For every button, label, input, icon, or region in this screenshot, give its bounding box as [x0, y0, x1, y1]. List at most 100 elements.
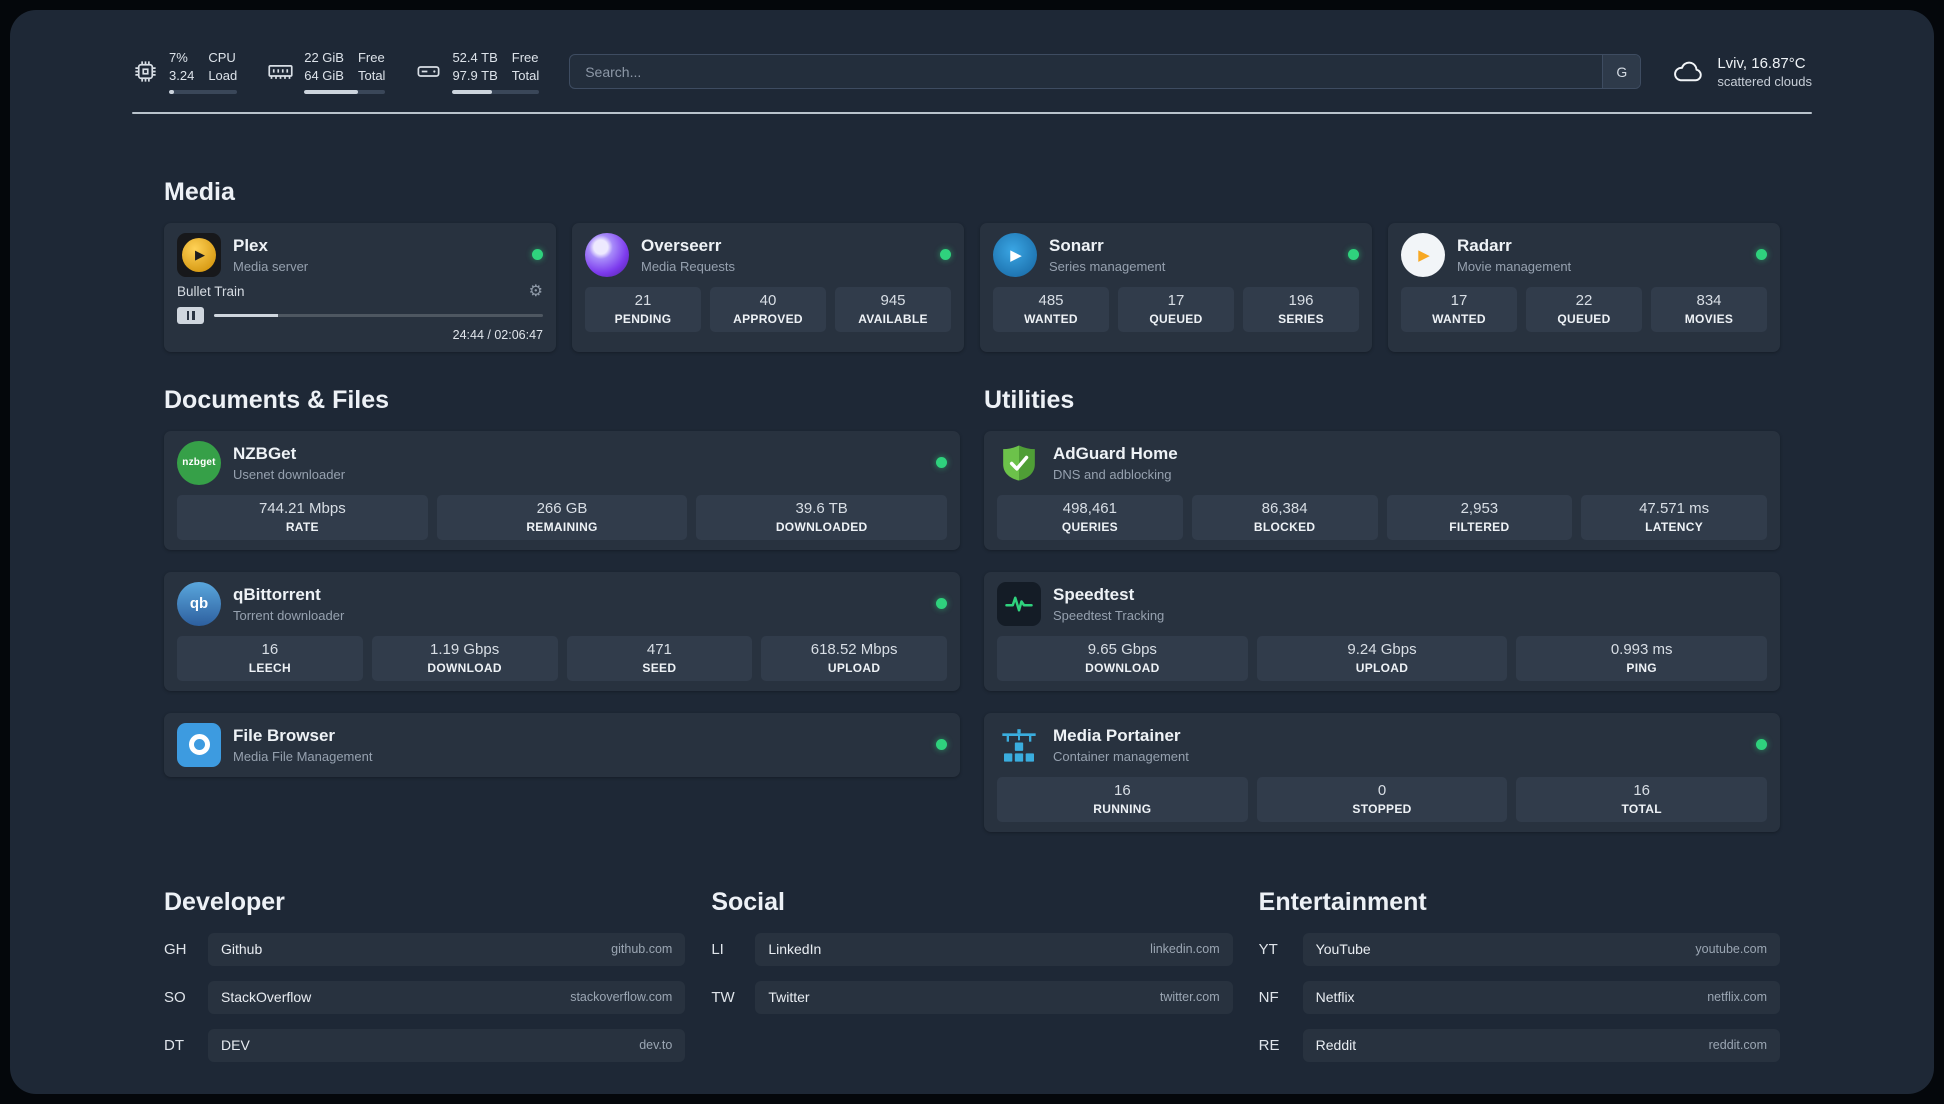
service-desc: Movie management	[1457, 258, 1572, 274]
service-card-adguard[interactable]: AdGuard Home DNS and adblocking 498,461 …	[984, 430, 1780, 550]
bookmark-github[interactable]: GH Github github.com	[164, 932, 686, 966]
bookmark-abbr: SO	[164, 988, 186, 1006]
search-bar: G	[569, 54, 1642, 90]
bookmark-linkedin[interactable]: LI LinkedIn linkedin.com	[711, 932, 1233, 966]
weather-widget: Lviv, 16.87°C scattered clouds	[1671, 55, 1812, 89]
service-name: Speedtest	[1053, 584, 1135, 604]
status-online-dot	[936, 598, 947, 610]
gear-icon[interactable]: ⚙	[529, 283, 543, 300]
stat-label: APPROVED	[733, 311, 803, 326]
service-name: NZBGet	[233, 443, 297, 463]
disk-usage-bar	[452, 89, 540, 94]
service-card-plex[interactable]: ▶ Plex Media server Bullet Train ⚙ 24:44…	[164, 222, 556, 352]
weather-location: Lviv, 16.87°C	[1717, 54, 1806, 72]
section-title-utilities: Utilities	[984, 385, 1075, 414]
section-entertainment: Entertainment YT YouTube youtube.com NF …	[1259, 888, 1780, 1062]
service-card-portainer[interactable]: Media Portainer Container management 16 …	[984, 712, 1780, 832]
bookmark-netflix[interactable]: NF Netflix netflix.com	[1258, 980, 1780, 1014]
bookmark-twitter[interactable]: TW Twitter twitter.com	[711, 980, 1233, 1014]
stat-value: 1.19 Gbps	[430, 640, 500, 658]
stat-label: QUEUED	[1149, 311, 1203, 326]
bookmark-name: Twitter	[768, 989, 810, 1006]
service-name: qBittorrent	[233, 584, 321, 604]
stat-stopped: 0 STOPPED	[1256, 776, 1508, 822]
section-media: Media ▶ Plex Media server Bullet Train ⚙…	[164, 178, 1780, 352]
speedtest-pulse-icon	[997, 581, 1041, 626]
stat-value: 485	[1038, 291, 1064, 309]
stat-movies: 834 MOVIES	[1651, 286, 1767, 332]
stat-remaining: 266 GB REMAINING	[436, 494, 688, 540]
cpu-load-label: Load	[208, 67, 238, 83]
topbar-divider	[132, 111, 1812, 114]
stat-value: 47.571 ms	[1639, 499, 1710, 517]
stat-wanted: 17 WANTED	[1401, 286, 1517, 332]
bookmark-abbr: NF	[1258, 988, 1279, 1006]
seek-bar[interactable]	[214, 313, 543, 317]
bookmark-name: Reddit	[1315, 1037, 1357, 1054]
qbittorrent-icon: qb	[177, 581, 221, 626]
status-online-dot	[936, 739, 947, 751]
stat-label: BLOCKED	[1253, 519, 1316, 534]
service-desc: Container management	[1053, 748, 1189, 764]
section-title-entertainment: Entertainment	[1258, 887, 1427, 916]
stat-value: 0.993 ms	[1610, 640, 1673, 658]
stat-value: 471	[646, 640, 672, 658]
stat-value: 17	[1450, 291, 1468, 309]
playback-time: 24:44 / 02:06:47	[452, 327, 543, 342]
cpu-load-value: 3.24	[169, 67, 195, 83]
bookmark-domain: twitter.com	[1159, 990, 1220, 1005]
weather-condition: scattered clouds	[1717, 73, 1812, 89]
bookmark-domain: stackoverflow.com	[570, 990, 673, 1005]
stat-value: 39.6 TB	[795, 499, 848, 517]
stat-label: DOWNLOAD	[1085, 660, 1160, 675]
stat-label: PING	[1626, 660, 1657, 675]
status-online-dot	[1348, 249, 1359, 261]
bookmark-dev[interactable]: DT DEV dev.to	[164, 1028, 686, 1062]
service-card-overseerr[interactable]: Overseerr Media Requests 21 PENDING 40 A…	[572, 222, 964, 352]
search-provider-button[interactable]: G	[1602, 55, 1641, 89]
bookmark-abbr: DT	[164, 1036, 184, 1054]
service-desc: Series management	[1049, 258, 1166, 274]
stat-label: REMAINING	[526, 519, 598, 534]
section-title-documents: Documents & Files	[164, 385, 390, 414]
stat-rate: 744.21 Mbps RATE	[177, 494, 428, 540]
service-card-speedtest[interactable]: Speedtest Speedtest Tracking 9.65 Gbps D…	[984, 571, 1780, 691]
service-desc: Media Requests	[641, 258, 735, 274]
stat-label: TOTAL	[1621, 801, 1662, 816]
bookmark-domain: reddit.com	[1708, 1038, 1767, 1053]
stat-label: RUNNING	[1093, 801, 1152, 816]
stat-queries: 498,461 QUERIES	[997, 494, 1183, 540]
bookmark-domain: youtube.com	[1695, 942, 1767, 957]
service-name: Media Portainer	[1053, 725, 1181, 745]
cpu-label: CPU	[208, 50, 236, 65]
stat-value: 16	[261, 640, 279, 658]
service-name: Radarr	[1457, 235, 1512, 255]
stat-value: 9.24 Gbps	[1347, 640, 1417, 658]
resource-widgets: 7% 3.24 CPU Load 22 GiB 64 GiB Free Tota…	[132, 50, 540, 94]
bookmark-name: YouTube	[1315, 941, 1371, 958]
stat-upload: 9.24 Gbps UPLOAD	[1256, 635, 1508, 681]
stat-pending: 21 PENDING	[585, 286, 701, 332]
service-card-radarr[interactable]: ▶ Radarr Movie management 17 WANTED 22 Q…	[1388, 222, 1780, 352]
bookmark-reddit[interactable]: RE Reddit reddit.com	[1259, 1028, 1780, 1062]
service-card-nzbget[interactable]: nzbget NZBGet Usenet downloader 744.21 M…	[164, 430, 960, 550]
stat-approved: 40 APPROVED	[710, 286, 826, 332]
service-card-filebrowser[interactable]: File Browser Media File Management	[164, 712, 960, 777]
stat-upload: 618.52 Mbps UPLOAD	[761, 635, 947, 681]
bookmark-youtube[interactable]: YT YouTube youtube.com	[1258, 932, 1780, 966]
stat-value: 618.52 Mbps	[810, 640, 898, 658]
search-input[interactable]	[570, 55, 1603, 89]
stat-seed: 471 SEED	[566, 635, 753, 681]
dashboard-page: 7% 3.24 CPU Load 22 GiB 64 GiB Free Tota…	[10, 10, 1934, 1094]
service-card-sonarr[interactable]: ▶ Sonarr Series management 485 WANTED 17	[980, 222, 1372, 352]
bookmark-abbr: YT	[1258, 940, 1278, 958]
stat-downloaded: 39.6 TB DOWNLOADED	[696, 494, 948, 540]
stat-value: 22	[1575, 291, 1593, 309]
service-name: Sonarr	[1049, 235, 1104, 255]
cpu-percent: 7%	[169, 50, 188, 65]
bookmark-stackoverflow[interactable]: SO StackOverflow stackoverflow.com	[164, 980, 686, 1014]
stat-latency: 47.571 ms LATENCY	[1581, 494, 1767, 540]
service-card-qbittorrent[interactable]: qb qBittorrent Torrent downloader 16 LEE…	[164, 571, 960, 691]
pause-button[interactable]	[177, 306, 204, 324]
stat-label: QUEUED	[1557, 311, 1611, 326]
